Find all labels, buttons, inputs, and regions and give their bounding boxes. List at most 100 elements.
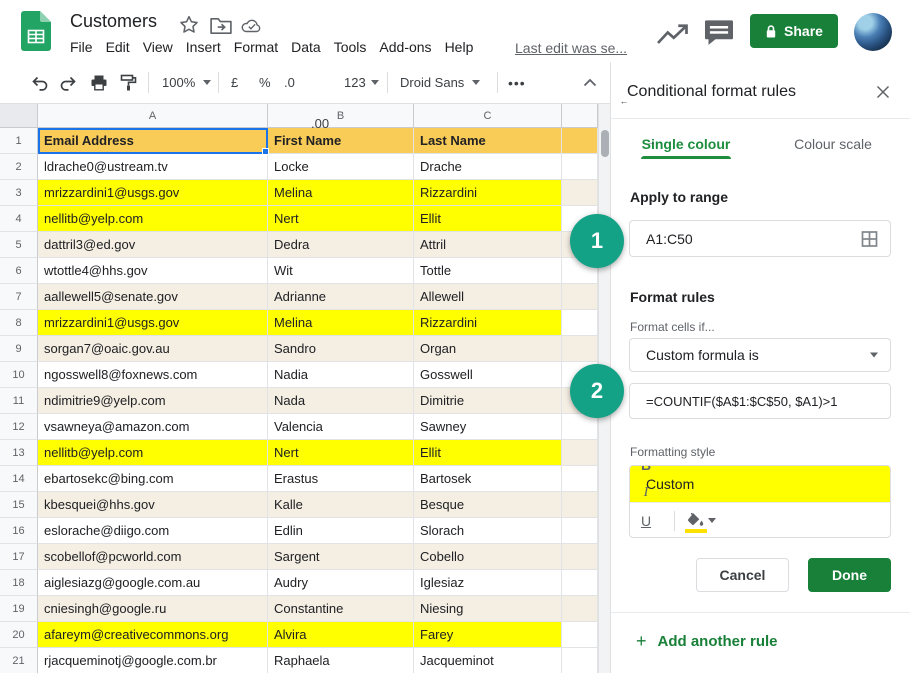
fill-color-button[interactable] [681, 507, 721, 535]
cell[interactable]: Organ [414, 336, 562, 362]
row-header[interactable]: 19 [0, 596, 38, 622]
cell[interactable] [562, 648, 598, 673]
cell[interactable]: Sawney [414, 414, 562, 440]
cell[interactable]: Gosswell [414, 362, 562, 388]
cell[interactable]: mrizzardini1@usgs.gov [38, 310, 268, 336]
cell[interactable] [562, 336, 598, 362]
document-title[interactable]: Customers [70, 11, 157, 32]
user-avatar[interactable] [854, 13, 892, 51]
print-button[interactable] [90, 62, 108, 103]
number-format-button[interactable]: 123 [344, 62, 379, 103]
cell[interactable]: ndimitrie9@yelp.com [38, 388, 268, 414]
row-header[interactable]: 21 [0, 648, 38, 673]
font-select[interactable]: Droid Sans [400, 62, 464, 103]
cell[interactable]: Ellit [414, 206, 562, 232]
cell[interactable] [562, 284, 598, 310]
cell[interactable]: Tottle [414, 258, 562, 284]
cell[interactable]: sorgan7@oaic.gov.au [38, 336, 268, 362]
row-header[interactable]: 3 [0, 180, 38, 206]
explore-trend-icon[interactable] [654, 22, 692, 46]
column-header-A[interactable]: A [38, 104, 268, 128]
cell[interactable] [562, 596, 598, 622]
cell[interactable]: Audry [268, 570, 414, 596]
cell[interactable]: Niesing [414, 596, 562, 622]
cell[interactable]: cniesingh@google.ru [38, 596, 268, 622]
row-header[interactable]: 14 [0, 466, 38, 492]
cell[interactable] [562, 180, 598, 206]
formula-input[interactable]: =COUNTIF($A$1:$C$50, $A1)>1 [629, 383, 891, 419]
cell[interactable]: Dimitrie [414, 388, 562, 414]
cell[interactable]: wtottle4@hhs.gov [38, 258, 268, 284]
menu-help[interactable]: Help [445, 39, 474, 55]
cloud-check-icon[interactable] [241, 16, 263, 36]
undo-button[interactable] [30, 62, 48, 103]
last-edit-link[interactable]: Last edit was se... [515, 40, 627, 56]
paint-format-button[interactable] [120, 62, 137, 103]
cell[interactable]: scobellof@pcworld.com [38, 544, 268, 570]
cell[interactable]: Farey [414, 622, 562, 648]
add-another-rule-button[interactable]: + Add another rule [636, 632, 778, 650]
redo-button[interactable] [60, 62, 78, 103]
cell[interactable]: Constantine [268, 596, 414, 622]
cell[interactable]: Nada [268, 388, 414, 414]
cell[interactable]: rjacqueminotj@google.com.br [38, 648, 268, 673]
underline-format-button[interactable]: U [632, 507, 660, 535]
row-header[interactable]: 5 [0, 232, 38, 258]
collapse-toolbar-button[interactable] [583, 62, 597, 103]
row-header[interactable]: 6 [0, 258, 38, 284]
select-range-grid-icon[interactable] [861, 230, 878, 247]
cell[interactable] [562, 414, 598, 440]
cell[interactable]: Slorach [414, 518, 562, 544]
cell[interactable]: Dedra [268, 232, 414, 258]
cell[interactable]: Melina [268, 310, 414, 336]
cell[interactable] [562, 466, 598, 492]
menu-addons[interactable]: Add-ons [379, 39, 431, 55]
cell[interactable]: aiglesiazg@google.com.au [38, 570, 268, 596]
strike-format-button[interactable]: S [632, 535, 660, 539]
cell[interactable]: nellitb@yelp.com [38, 206, 268, 232]
cell[interactable] [562, 310, 598, 336]
cell[interactable]: Bartosek [414, 466, 562, 492]
condition-dropdown[interactable]: Custom formula is [629, 338, 891, 372]
cell[interactable]: Wit [268, 258, 414, 284]
row-header[interactable]: 16 [0, 518, 38, 544]
menu-insert[interactable]: Insert [186, 39, 221, 55]
cell[interactable]: nellitb@yelp.com [38, 440, 268, 466]
increase-decimal-button[interactable]: .00→ [311, 103, 910, 144]
cell[interactable]: vsawneya@amazon.com [38, 414, 268, 440]
menu-edit[interactable]: Edit [106, 39, 130, 55]
font-select-caret[interactable] [472, 62, 480, 103]
cell[interactable]: Melina [268, 180, 414, 206]
cell[interactable]: Nert [268, 206, 414, 232]
cell[interactable]: Locke [268, 154, 414, 180]
cell[interactable] [562, 622, 598, 648]
cell[interactable]: Kalle [268, 492, 414, 518]
row-header[interactable]: 9 [0, 336, 38, 362]
cell[interactable] [562, 518, 598, 544]
row-header[interactable]: 4 [0, 206, 38, 232]
menu-format[interactable]: Format [234, 39, 278, 55]
cell[interactable]: ngosswell8@foxnews.com [38, 362, 268, 388]
sheets-logo-icon[interactable] [21, 11, 51, 51]
row-header[interactable]: 12 [0, 414, 38, 440]
cell[interactable]: Nert [268, 440, 414, 466]
share-button[interactable]: Share [750, 14, 838, 48]
select-all-corner[interactable] [0, 104, 38, 128]
cell[interactable]: Sargent [268, 544, 414, 570]
cell[interactable] [562, 570, 598, 596]
cell[interactable]: kbesquei@hhs.gov [38, 492, 268, 518]
done-button[interactable]: Done [808, 558, 891, 592]
menu-data[interactable]: Data [291, 39, 321, 55]
cell[interactable]: Nadia [268, 362, 414, 388]
cell[interactable]: Sandro [268, 336, 414, 362]
star-icon[interactable] [178, 15, 200, 35]
fill-handle[interactable] [262, 148, 269, 155]
cell[interactable]: Valencia [268, 414, 414, 440]
zoom-select[interactable]: 100% [162, 62, 211, 103]
cell[interactable]: aallewell5@senate.gov [38, 284, 268, 310]
menu-file[interactable]: File [70, 39, 93, 55]
row-header[interactable]: 11 [0, 388, 38, 414]
cell[interactable]: dattril3@ed.gov [38, 232, 268, 258]
cell[interactable]: Erastus [268, 466, 414, 492]
cell[interactable] [562, 544, 598, 570]
